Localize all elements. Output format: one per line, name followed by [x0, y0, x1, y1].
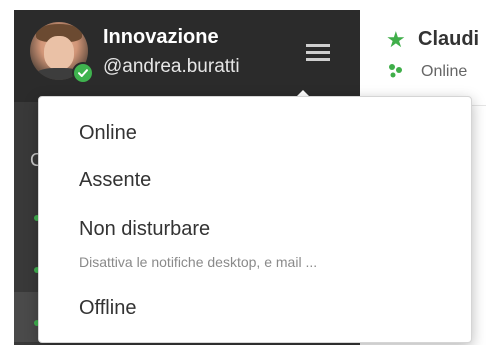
check-circle-icon [74, 64, 92, 82]
menu-item-online[interactable]: Online [79, 122, 137, 145]
menu-item-do-not-disturb[interactable]: Non disturbare [79, 218, 210, 241]
menu-item-offline[interactable]: Offline [79, 297, 136, 320]
status-dropdown: Online Assente Non disturbare Disattiva … [38, 96, 472, 343]
channel-name[interactable]: Claudi [418, 28, 479, 51]
menu-item-do-not-disturb-description: Disattiva le notifiche desktop, e mail .… [79, 254, 318, 270]
channel-header [360, 10, 486, 106]
star-icon[interactable]: ★ [386, 29, 406, 51]
status-badge[interactable] [72, 62, 94, 84]
channel-status: Online [421, 63, 468, 80]
username[interactable]: @andrea.buratti [103, 56, 240, 78]
menu-item-away[interactable]: Assente [79, 169, 151, 192]
team-name[interactable]: Innovazione [103, 26, 219, 49]
user-status-icon [388, 63, 403, 82]
hamburger-icon[interactable] [306, 44, 330, 61]
